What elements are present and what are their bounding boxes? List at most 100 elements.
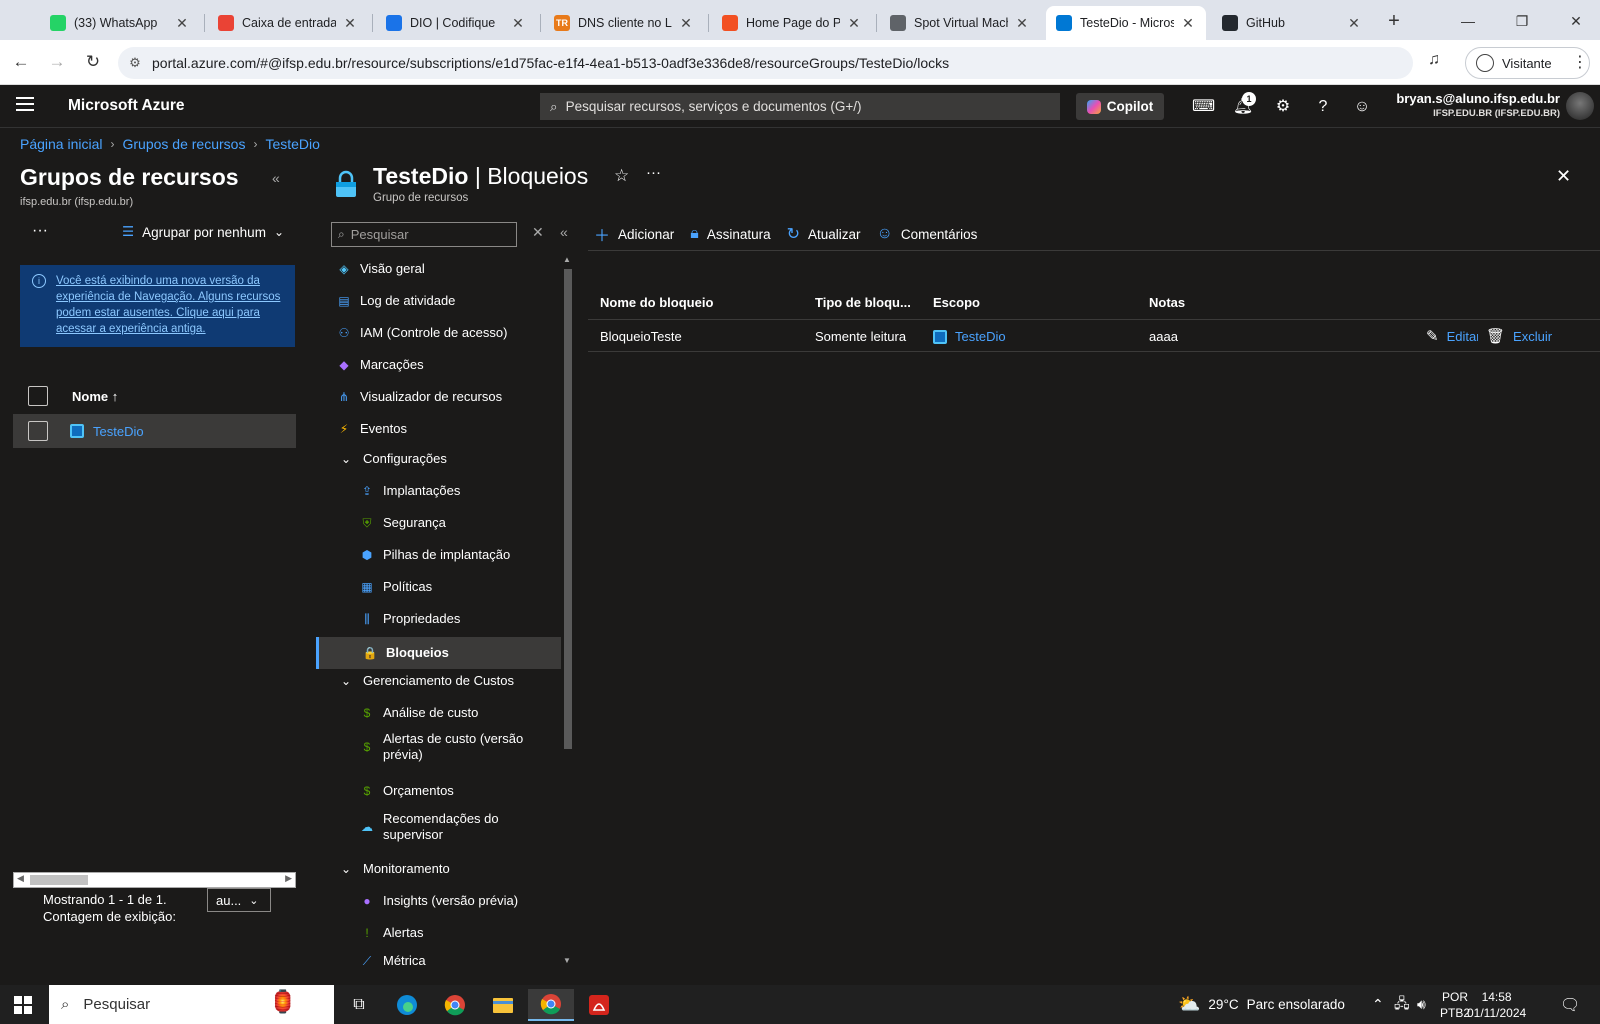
menu-item-metrica[interactable]: ⟋ Métrica (316, 947, 561, 975)
file-explorer-icon[interactable] (480, 989, 526, 1021)
taskbar-search-input[interactable]: ⌕ Pesquisar 🏮 (49, 985, 334, 1024)
tab-dns[interactable]: TR DNS cliente no Lin ✕ (544, 6, 704, 40)
column-header-name[interactable]: Nome ↑ (72, 389, 118, 404)
menu-item-recomendacoes-do-supervisor[interactable]: ☁ Recomendações do supervisor (316, 807, 561, 847)
network-icon[interactable]: 🖧︎ (1394, 985, 1410, 1024)
scrollbar-thumb[interactable] (564, 269, 572, 749)
favorite-star-icon[interactable]: ☆ (614, 166, 629, 186)
breadcrumb-home[interactable]: Página inicial (20, 136, 103, 152)
address-bar[interactable]: ⚙ portal.azure.com/#@ifsp.edu.br/resourc… (118, 47, 1413, 79)
chrome-icon[interactable] (432, 989, 478, 1021)
menu-item-seguranca[interactable]: ⛨ Segurança (316, 509, 561, 537)
menu-item-log-de-atividade[interactable]: ▤ Log de atividade (316, 287, 561, 315)
column-header-scope[interactable]: Escopo (933, 286, 980, 320)
more-options-icon[interactable]: ··· (646, 164, 661, 181)
cell-scope[interactable]: TesteDio (933, 320, 1006, 354)
notification-center-icon[interactable]: 🗨︎ (1560, 985, 1580, 1024)
page-size-select[interactable]: au... ⌄ (207, 888, 271, 912)
group-by-dropdown[interactable]: ☰ Agrupar por nenhum ⌄ (122, 224, 284, 240)
refresh-button[interactable]: ↻ Atualizar (787, 224, 861, 244)
menu-item-monitoramento[interactable]: ⌄ Monitoramento (316, 855, 561, 883)
breadcrumb-testedio[interactable]: TesteDio (265, 136, 319, 152)
info-banner[interactable]: i Você está exibindo uma nova versão da … (20, 265, 295, 347)
menu-item-alertas[interactable]: ! Alertas (316, 919, 561, 947)
tab-azure[interactable]: TesteDio - Microsc ✕ (1046, 6, 1206, 40)
input-language[interactable]: POR PTB2 (1440, 989, 1470, 1021)
row-checkbox[interactable] (28, 421, 48, 441)
weather-widget[interactable]: ⛅ 29°C Parc ensolarado (1178, 985, 1345, 1024)
column-header-lock-type[interactable]: Tipo de bloqu... (815, 286, 911, 320)
settings-gear-icon[interactable]: ⚙ (1272, 96, 1294, 118)
close-tab-icon[interactable]: ✕ (342, 15, 358, 32)
feedback-icon[interactable]: ☺ (1351, 96, 1373, 118)
close-tab-icon[interactable]: ✕ (1014, 15, 1030, 32)
menu-item-visao-geral[interactable]: ◈ Visão geral (316, 255, 561, 283)
close-tab-icon[interactable]: ✕ (510, 15, 526, 32)
tab-github[interactable]: GitHub ✕ (1212, 6, 1372, 40)
close-tab-icon[interactable]: ✕ (1346, 15, 1362, 32)
menu-item-iam-controle-de-acesso[interactable]: ⚇ IAM (Controle de acesso) (316, 319, 561, 347)
more-actions-icon[interactable]: ··· (32, 222, 48, 240)
cloud-shell-icon[interactable]: ⌨ (1192, 96, 1215, 118)
menu-item-pilhas-de-implantacao[interactable]: ⬢ Pilhas de implantação (316, 541, 561, 569)
system-clock[interactable]: 14:58 01/11/2024 (1467, 989, 1526, 1021)
menu-item-eventos[interactable]: ⚡ Eventos (316, 415, 561, 443)
scroll-down-icon[interactable]: ▼ (563, 956, 571, 965)
edit-button[interactable]: ✎ Editar (1426, 320, 1478, 354)
tab-whatsapp[interactable]: (33) WhatsApp ✕ (40, 6, 200, 40)
account-menu[interactable]: bryan.s@aluno.ifsp.edu.br IFSP.EDU.BR (I… (1396, 91, 1560, 119)
site-info-icon[interactable]: ⚙ (118, 55, 152, 71)
window-close-icon[interactable]: ✕ (1554, 8, 1598, 34)
task-view-icon[interactable]: ⧉ (336, 989, 382, 1021)
menu-scrollbar[interactable]: ▲ ▼ (562, 255, 574, 965)
restore-icon[interactable]: ❐ (1500, 8, 1544, 34)
add-button[interactable]: ＋ Adicionar (594, 222, 674, 246)
menu-item-orcamentos[interactable]: $ Orçamentos (316, 777, 561, 805)
menu-item-politicas[interactable]: ▦ Políticas (316, 573, 561, 601)
menu-item-gerenciamento-de-custos[interactable]: ⌄ Gerenciamento de Custos (316, 667, 561, 695)
scope-link[interactable]: TesteDio (955, 320, 1006, 354)
breadcrumb-resource-groups[interactable]: Grupos de recursos (123, 136, 246, 152)
close-tab-icon[interactable]: ✕ (1180, 15, 1196, 32)
volume-icon[interactable]: 🔊︎ (1417, 985, 1426, 1024)
resource-group-link[interactable]: TesteDio (93, 424, 144, 439)
global-search-input[interactable]: ⌕ Pesquisar recursos, serviços e documen… (540, 93, 1060, 120)
tab-spot[interactable]: Spot Virtual Mach ✕ (880, 6, 1040, 40)
menu-item-alertas-de-custo-versao-previa[interactable]: $ Alertas de custo (versão prévia) (316, 727, 561, 767)
collapse-menu-icon[interactable]: « (560, 224, 568, 240)
close-tab-icon[interactable]: ✕ (174, 15, 190, 32)
menu-item-marcacoes[interactable]: ◆ Marcações (316, 351, 561, 379)
acrobat-icon[interactable] (576, 989, 622, 1021)
scroll-up-icon[interactable]: ▲ (563, 255, 571, 264)
collapse-pane-icon[interactable]: « (272, 170, 280, 186)
column-header-lock-name[interactable]: Nome do bloqueio (600, 286, 713, 320)
tab-dio[interactable]: DIO | Codifique ✕ (376, 6, 536, 40)
help-icon[interactable]: ? (1312, 96, 1334, 118)
scroll-left-icon[interactable]: ◀ (17, 873, 24, 884)
avatar[interactable] (1566, 92, 1594, 120)
menu-item-analise-de-custo[interactable]: $ Análise de custo (316, 699, 561, 727)
column-header-notes[interactable]: Notas (1149, 286, 1185, 320)
scrollbar-thumb[interactable] (30, 875, 88, 885)
feedback-button[interactable]: ☺ Comentários (877, 225, 978, 243)
close-icon[interactable]: ✕ (1556, 166, 1571, 187)
tab-gmail[interactable]: Caixa de entrada (✕ (208, 6, 368, 40)
reload-icon[interactable]: ↻ (80, 49, 106, 75)
delete-button[interactable]: 🗑︎ Excluir (1486, 320, 1552, 354)
close-tab-icon[interactable]: ✕ (678, 15, 694, 32)
minimize-icon[interactable]: — (1446, 8, 1490, 34)
chrome-active-icon[interactable] (528, 989, 574, 1021)
menu-item-implantacoes[interactable]: ⇪ Implantações (316, 477, 561, 505)
tab-microsoft[interactable]: Home Page do Po ✕ (712, 6, 872, 40)
menu-item-visualizador-de-recursos[interactable]: ⋔ Visualizador de recursos (316, 383, 561, 411)
menu-item-propriedades[interactable]: ⫼ Propriedades (316, 605, 561, 633)
forward-icon[interactable]: → (44, 49, 70, 75)
horizontal-scrollbar[interactable]: ◀ ▶ (13, 872, 296, 888)
scroll-right-icon[interactable]: ▶ (285, 873, 292, 884)
show-hidden-icons[interactable]: ⌃ (1372, 985, 1384, 1024)
back-icon[interactable]: ← (8, 49, 34, 75)
list-item[interactable]: TesteDio (13, 414, 296, 448)
windows-start-icon[interactable] (14, 996, 32, 1014)
browser-menu-icon[interactable]: ⋮ (1570, 52, 1590, 72)
menu-item-configuracoes[interactable]: ⌄ Configurações (316, 445, 561, 473)
